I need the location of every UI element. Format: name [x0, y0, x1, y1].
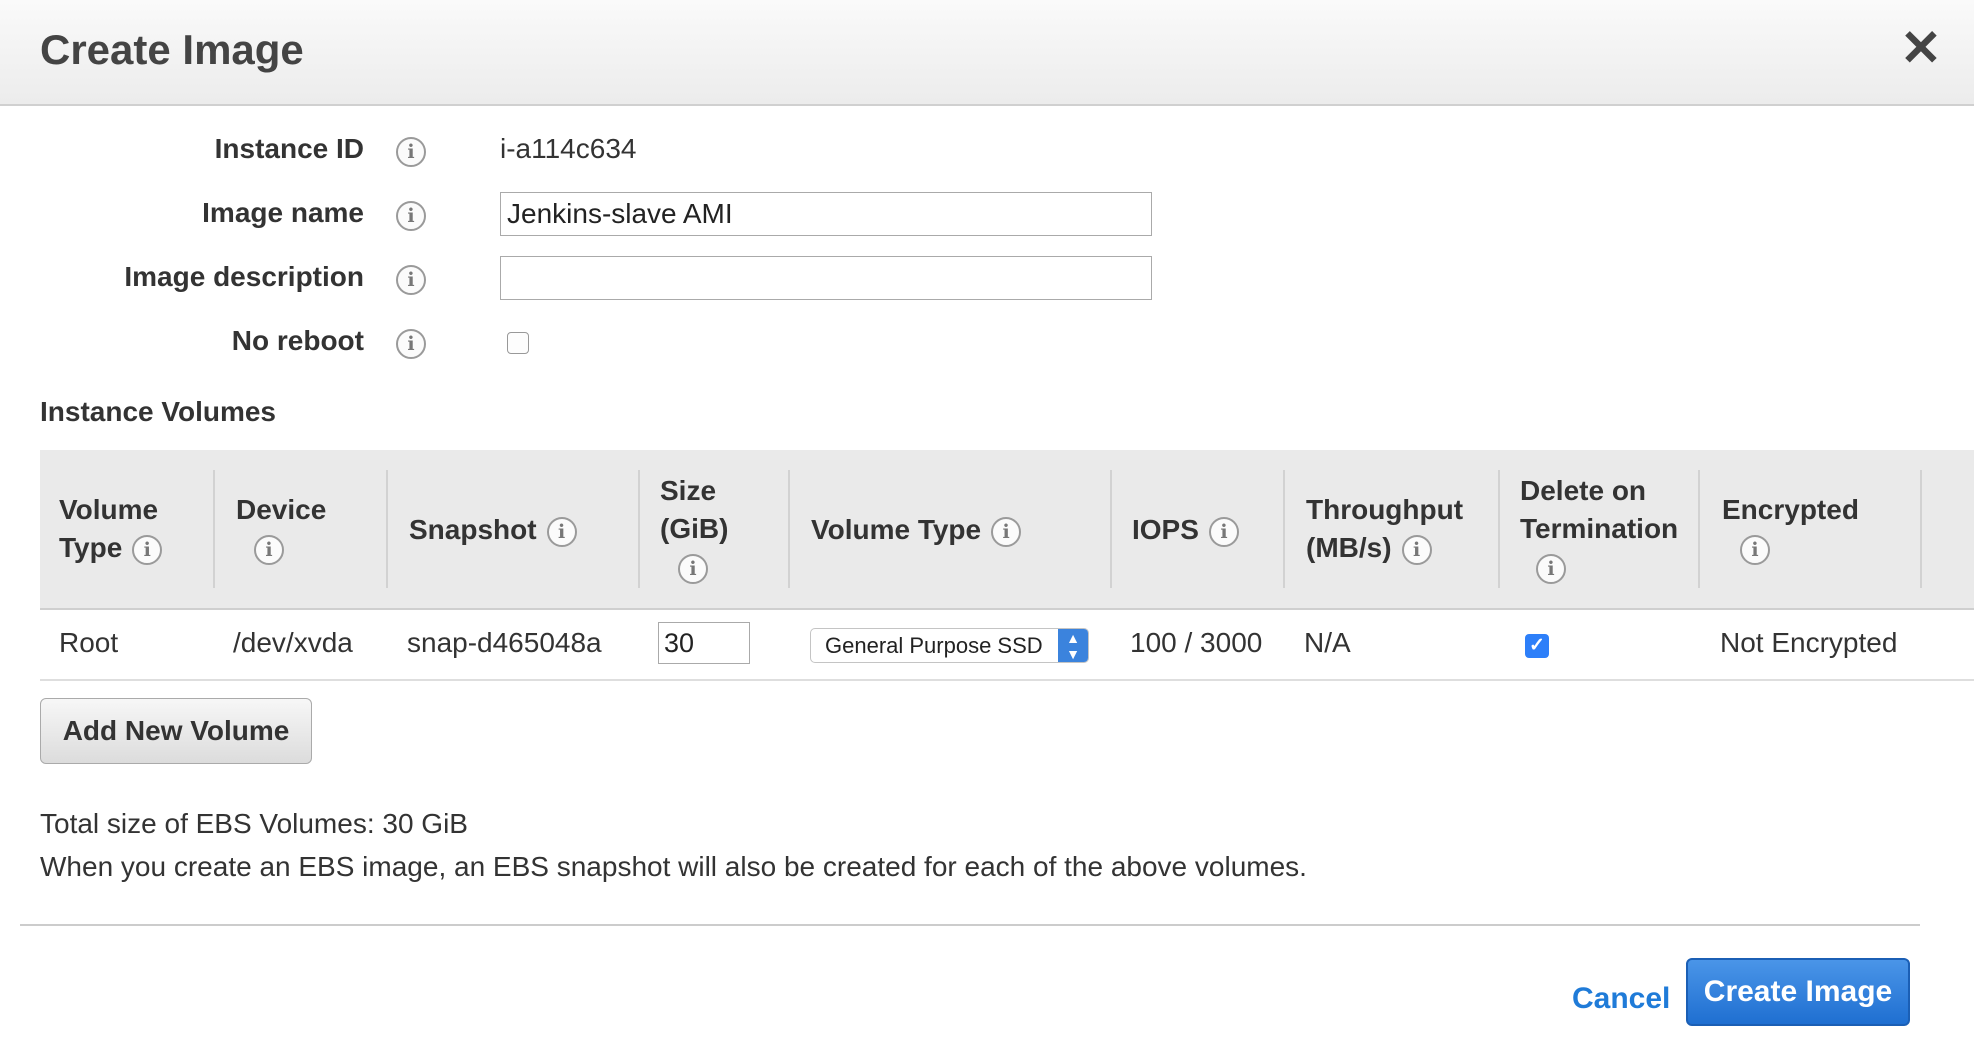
header-iops: IOPS i	[1132, 511, 1239, 549]
image-description-label: Image description	[124, 261, 364, 292]
header-volume-type: Volume Type i	[59, 491, 163, 567]
ebs-volume-type-info-icon[interactable]: i	[991, 516, 1022, 547]
image-description-info-icon[interactable]: i	[396, 265, 426, 295]
instance-id-label: Instance ID	[214, 133, 364, 164]
header-delete-on-termination: Delete on Termination i	[1520, 472, 1678, 586]
row-encrypted: Not Encrypted	[1720, 627, 1898, 658]
image-name-input[interactable]	[500, 192, 1152, 236]
close-icon[interactable]: ✕	[1895, 22, 1947, 74]
column-divider	[213, 470, 215, 588]
header-snapshot: Snapshot i	[409, 511, 577, 549]
delete-on-termination-info-icon[interactable]: i	[1536, 553, 1566, 584]
header-size: Size (GiB) i	[660, 472, 728, 586]
header-volume-type-ebs: Volume Type i	[811, 511, 1022, 549]
column-divider	[1920, 470, 1922, 588]
add-new-volume-button[interactable]: Add New Volume	[40, 698, 312, 764]
no-reboot-info-icon[interactable]: i	[396, 329, 426, 359]
instance-id-value: i-a114c634	[500, 133, 637, 164]
footer-divider	[20, 924, 1920, 926]
cancel-link[interactable]: Cancel	[1572, 982, 1670, 1016]
row-snapshot: snap-d465048a	[407, 627, 602, 658]
row-iops: 100 / 3000	[1130, 627, 1263, 658]
chevron-updown-icon: ▲ ▼	[1058, 629, 1088, 662]
no-reboot-checkbox[interactable]	[507, 332, 529, 354]
no-reboot-label: No reboot	[231, 325, 364, 356]
size-info-icon[interactable]: i	[678, 553, 708, 584]
row-device: /dev/xvda	[233, 627, 353, 658]
instance-id-info-icon[interactable]: i	[396, 137, 426, 167]
dialog-title: Create Image	[40, 26, 304, 73]
header-device: Device i	[236, 491, 326, 567]
create-image-button[interactable]: Create Image	[1686, 958, 1910, 1026]
volume-type-info-icon[interactable]: i	[132, 534, 163, 565]
dialog-header: Create Image ✕	[0, 0, 1974, 106]
volume-type-select[interactable]: General Purpose SSD ▲ ▼	[810, 628, 1089, 663]
image-name-info-icon[interactable]: i	[396, 201, 426, 231]
throughput-info-icon[interactable]: i	[1401, 534, 1432, 565]
column-divider	[1498, 470, 1500, 588]
device-info-icon[interactable]: i	[254, 534, 284, 565]
snapshot-info-icon[interactable]: i	[546, 516, 577, 547]
row-volume-type: Root	[59, 627, 119, 658]
header-encrypted: Encrypted i	[1722, 491, 1859, 567]
image-name-label: Image name	[202, 197, 364, 228]
instance-volumes-title: Instance Volumes	[40, 396, 277, 427]
delete-on-termination-checkbox[interactable]: ✓	[1525, 634, 1549, 658]
image-description-input[interactable]	[500, 256, 1152, 300]
total-size-text: Total size of EBS Volumes: 30 GiB	[40, 808, 468, 839]
size-input[interactable]	[658, 622, 750, 664]
column-divider	[1698, 470, 1700, 588]
column-divider	[1110, 470, 1112, 588]
iops-info-icon[interactable]: i	[1208, 516, 1239, 547]
row-divider	[40, 679, 1974, 681]
snapshot-note-text: When you create an EBS image, an EBS sna…	[40, 851, 1307, 882]
header-throughput: Throughput (MB/s) i	[1306, 494, 1464, 565]
row-throughput: N/A	[1304, 627, 1351, 658]
column-divider	[386, 470, 388, 588]
volume-type-selected: General Purpose SSD	[825, 633, 1043, 658]
column-divider	[788, 470, 790, 588]
column-divider	[638, 470, 640, 588]
column-divider	[1283, 470, 1285, 588]
encrypted-info-icon[interactable]: i	[1740, 534, 1770, 565]
